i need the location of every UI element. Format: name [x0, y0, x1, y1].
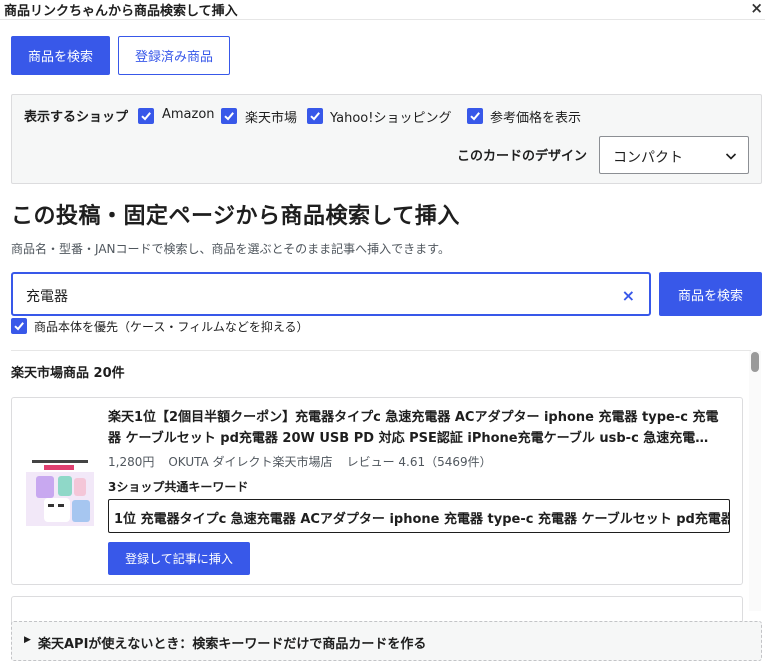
product-shop: OKUTA ダイレクト楽天市場店	[168, 455, 333, 469]
reference-price-checkbox[interactable]	[467, 108, 483, 124]
keyword-input-value: 1位 充電器タイプc 急速充電器 ACアダプター iphone 充電器 type…	[114, 512, 730, 527]
product-review: レビュー 4.61（5469件）	[346, 455, 492, 469]
prioritize-main-product-checkbox[interactable]	[11, 318, 27, 334]
product-price: 1,280円	[108, 455, 155, 469]
check-icon	[470, 112, 480, 121]
amazon-label: Amazon	[162, 107, 215, 122]
results-scrollbar-thumb[interactable]	[751, 352, 759, 372]
yahoo-label: Yahoo!ショッピング	[330, 111, 452, 126]
divider	[11, 350, 751, 351]
register-and-insert-button[interactable]: 登録して記事に挿入	[108, 542, 250, 575]
insert-product-modal: 商品リンクちゃんから商品検索して挿入 × 商品を検索 登録済み商品 表示するショ…	[0, 0, 765, 666]
registered-products-tab-button[interactable]: 登録済み商品	[118, 36, 230, 75]
card-design-value: コンパクト	[613, 150, 683, 166]
chevron-down-icon	[725, 153, 737, 160]
keyword-label: 3ショップ共通キーワード	[108, 480, 249, 494]
card-design-select[interactable]: コンパクト	[599, 136, 749, 174]
product-search-input[interactable]: 充電器 ×	[11, 272, 651, 316]
product-card[interactable]: 楽天1位【2個目半額クーポン】充電器タイプc 急速充電器 ACアダプター iph…	[11, 397, 743, 585]
results-title: 楽天市場商品 20件	[11, 366, 125, 381]
modal-title: 商品リンクちゃんから商品検索して挿入	[4, 4, 238, 19]
search-products-tab-button[interactable]: 商品を検索	[11, 36, 110, 75]
search-button[interactable]: 商品を検索	[659, 272, 762, 316]
page-description: 商品名・型番・JANコードで検索し、商品を選ぶとそのまま記事へ挿入できます。	[11, 242, 450, 256]
fallback-details[interactable]: ▶ 楽天APIが使えないとき：検索キーワードだけで商品カードを作る	[11, 621, 762, 661]
amazon-checkbox[interactable]	[138, 108, 154, 124]
reference-price-label: 参考価格を表示	[490, 111, 582, 126]
close-icon[interactable]: ×	[750, 0, 763, 17]
disclosure-triangle-icon: ▶	[24, 635, 31, 645]
rakuten-label: 楽天市場	[245, 111, 298, 126]
product-meta: 1,280円 OKUTA ダイレクト楽天市場店 レビュー 4.61（5469件）	[108, 453, 506, 470]
fallback-label[interactable]: 楽天APIが使えないとき：検索キーワードだけで商品カードを作る	[38, 633, 426, 652]
search-input-value: 充電器	[26, 289, 68, 305]
check-icon	[310, 112, 320, 121]
rakuten-checkbox[interactable]	[221, 108, 237, 124]
yahoo-checkbox[interactable]	[307, 108, 323, 124]
prioritize-main-product-label: 商品本体を優先（ケース・フィルムなどを抑える）	[34, 320, 309, 334]
clear-icon[interactable]: ×	[622, 286, 635, 305]
page-heading: この投稿・固定ページから商品検索して挿入	[11, 204, 460, 229]
results-scrollbar[interactable]	[749, 351, 761, 611]
check-icon	[14, 322, 24, 331]
product-thumbnail	[26, 458, 94, 526]
shops-label: 表示するショップ	[24, 110, 129, 125]
product-name[interactable]: 楽天1位【2個目半額クーポン】充電器タイプc 急速充電器 ACアダプター iph…	[108, 407, 728, 449]
check-icon	[141, 112, 151, 121]
display-settings-panel: 表示するショップ Amazon 楽天市場 Yahoo!ショッピング 参考価格を表…	[11, 94, 762, 184]
modal-header: 商品リンクちゃんから商品検索して挿入 ×	[0, 0, 765, 20]
card-design-label: このカードのデザイン	[457, 149, 588, 164]
check-icon	[224, 112, 234, 121]
keyword-input[interactable]: 1位 充電器タイプc 急速充電器 ACアダプター iphone 充電器 type…	[108, 499, 730, 533]
